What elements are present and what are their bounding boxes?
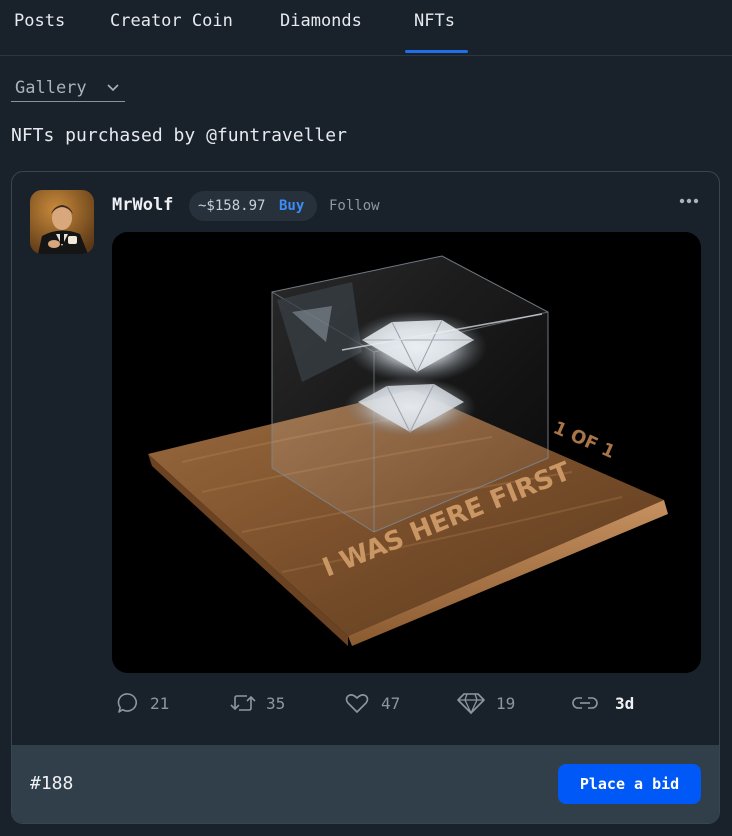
tab-nfts[interactable]: NFTs <box>414 11 455 31</box>
nft-image[interactable]: I WAS HERE FIRST 1 OF 1 <box>112 232 701 673</box>
diamond-action[interactable]: 19 <box>456 691 540 717</box>
comment-count: 21 <box>150 694 170 713</box>
nft-footer: #188 Place a bid <box>12 745 719 823</box>
more-options-icon[interactable] <box>679 198 699 204</box>
comment-icon <box>117 693 137 713</box>
nft-post-card: MrWolf ~$158.97 Buy Follow I WAS HERE FI… <box>11 171 720 824</box>
comment-action[interactable]: 21 <box>116 691 186 717</box>
buy-link[interactable]: Buy <box>279 198 304 214</box>
repost-icon <box>230 695 256 711</box>
follow-button[interactable]: Follow <box>329 198 380 214</box>
post-age: 3d <box>615 694 635 713</box>
diamond-count: 19 <box>496 694 516 713</box>
gallery-dropdown-label: Gallery <box>15 78 87 98</box>
place-bid-button[interactable]: Place a bid <box>558 764 701 804</box>
repost-count: 35 <box>266 694 286 713</box>
like-action[interactable]: 47 <box>344 691 424 717</box>
permalink-action[interactable]: 3d <box>570 691 642 717</box>
heart-icon <box>345 694 369 713</box>
active-tab-indicator <box>405 50 468 53</box>
post-username[interactable]: MrWolf <box>112 195 173 215</box>
page-heading: NFTs purchased by @funtraveller <box>11 125 347 146</box>
tab-posts[interactable]: Posts <box>14 11 65 31</box>
serial-number: #188 <box>30 773 74 794</box>
repost-action[interactable]: 35 <box>229 691 309 717</box>
creator-coin-price: ~$158.97 <box>198 198 266 214</box>
link-icon <box>572 697 598 709</box>
profile-tabs: Posts Creator Coin Diamonds NFTs <box>0 0 732 56</box>
tab-diamonds[interactable]: Diamonds <box>280 11 362 31</box>
avatar[interactable] <box>30 190 94 254</box>
creator-coin-price-pill[interactable]: ~$158.97 Buy <box>189 191 317 221</box>
like-count: 47 <box>381 694 401 713</box>
diamond-icon <box>457 693 485 715</box>
gallery-dropdown[interactable]: Gallery <box>11 76 125 102</box>
tab-creator-coin[interactable]: Creator Coin <box>110 11 233 31</box>
chevron-down-icon <box>107 84 119 92</box>
